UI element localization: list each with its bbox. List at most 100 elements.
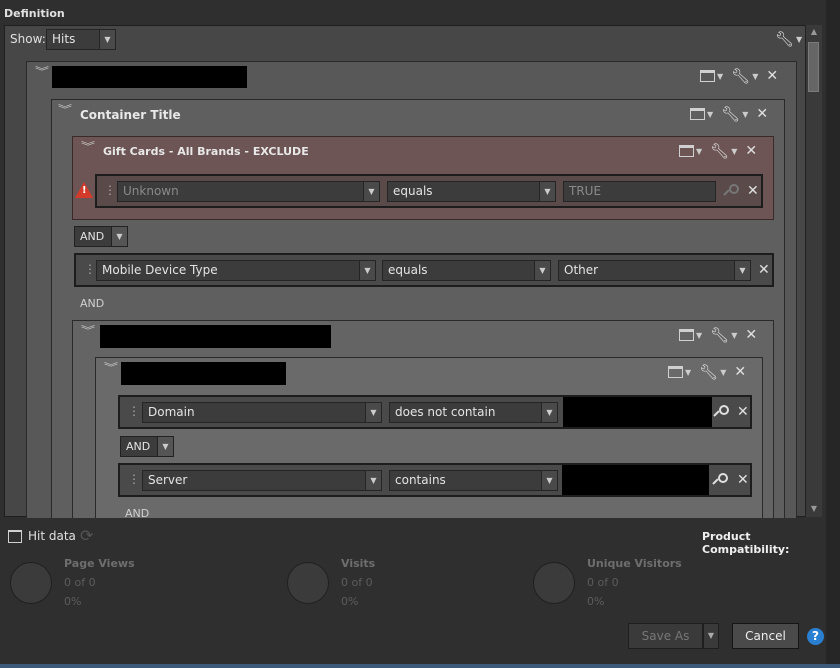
visits-chart [287, 562, 329, 604]
wrench-icon[interactable]: 🔧︎ [721, 107, 740, 122]
double-chevron-icon[interactable]: ︾ [35, 68, 49, 78]
container-level1-tools: ▼ 🔧︎ ▼ ✕ [700, 68, 778, 84]
chevron-down-icon: ▼ [365, 403, 381, 422]
drag-handle-icon[interactable]: ⋮ [128, 404, 140, 418]
container-level3-tools: ▼ 🔧︎ ▼ ✕ [679, 327, 757, 343]
close-icon[interactable]: ✕ [745, 144, 757, 158]
double-chevron-icon[interactable]: ︾ [58, 106, 72, 116]
page-views-chart [10, 562, 52, 604]
dimension-select[interactable]: Unknown ▼ [117, 181, 380, 202]
scroll-down-icon[interactable]: ▼ [809, 504, 819, 514]
cancel-button[interactable]: Cancel [732, 623, 799, 649]
chevron-down-icon: ▼ [111, 227, 127, 246]
window-icon[interactable] [690, 108, 705, 120]
help-icon[interactable]: ? [807, 628, 824, 645]
chevron-down-icon: ▼ [742, 109, 749, 119]
save-as-button[interactable]: Save As [628, 623, 703, 649]
dimension-select[interactable]: Server ▼ [142, 470, 382, 491]
visits-count: 0 of 0 [341, 576, 373, 589]
double-chevron-icon[interactable]: ︾ [104, 364, 118, 374]
drag-handle-icon[interactable]: ⋮ [104, 183, 116, 197]
dimension-select[interactable]: Mobile Device Type ▼ [96, 260, 376, 281]
value-input[interactable]: TRUE [563, 181, 716, 202]
chevron-down-icon: ▼ [752, 71, 759, 81]
show-select[interactable]: Hits ▼ [46, 29, 116, 50]
scrollbar-thumb[interactable] [808, 42, 819, 92]
and-select[interactable]: AND ▼ [74, 226, 128, 247]
drag-handle-icon[interactable]: ⋮ [128, 472, 140, 486]
chevron-down-icon: ▼ [541, 403, 557, 422]
value-select[interactable]: Other ▼ [558, 260, 751, 281]
unique-visitors-chart [533, 562, 575, 604]
wrench-icon[interactable]: 🔧︎ [731, 69, 750, 84]
rule-row-domain: ⋮ Domain ▼ does not contain ▼ ✕ [118, 395, 752, 429]
window-icon[interactable] [668, 366, 683, 378]
value-select-value: Other [564, 263, 599, 277]
operator-value: contains [395, 473, 446, 487]
drag-handle-icon[interactable]: ⋮ [84, 262, 96, 276]
operator-select[interactable]: equals ▼ [382, 260, 551, 281]
close-icon[interactable]: ✕ [758, 263, 770, 277]
chevron-down-icon: ▼ [731, 146, 738, 156]
close-icon[interactable]: ✕ [734, 365, 746, 379]
close-icon[interactable]: ✕ [747, 184, 759, 198]
window-icon[interactable] [679, 145, 694, 157]
visits-pct: 0% [341, 595, 359, 608]
unique-visitors-pct: 0% [587, 595, 605, 608]
operator-select[interactable]: equals ▼ [387, 181, 556, 202]
and-label: AND [80, 297, 105, 310]
chevron-down-icon: ▼ [359, 261, 375, 280]
dimension-select[interactable]: Domain ▼ [142, 402, 382, 423]
search-icon[interactable] [712, 472, 729, 488]
dimension-value: Mobile Device Type [102, 263, 218, 277]
operator-select[interactable]: does not contain ▼ [389, 402, 558, 423]
unique-visitors-title: Unique Visitors [587, 557, 682, 570]
scroll-up-icon[interactable]: ▲ [809, 27, 819, 37]
close-icon[interactable]: ✕ [737, 473, 749, 487]
refresh-icon[interactable]: ⟳ [80, 528, 93, 544]
hit-data-checkbox[interactable] [8, 530, 22, 543]
search-icon[interactable] [723, 183, 740, 199]
window-icon[interactable] [679, 329, 694, 341]
dimension-value: Server [148, 473, 188, 487]
operator-value: equals [388, 263, 428, 277]
and-select-value: AND [126, 440, 151, 453]
chevron-down-icon: ▼ [539, 182, 555, 201]
redacted-value [562, 465, 709, 495]
close-icon[interactable]: ✕ [737, 405, 749, 419]
close-icon[interactable]: ✕ [756, 107, 768, 121]
show-label: Show: [10, 32, 46, 46]
window-icon[interactable] [700, 70, 715, 82]
chevron-down-icon: ▼ [363, 182, 379, 201]
page-title: Definition [4, 7, 65, 20]
wrench-icon[interactable]: 🔧︎ [710, 144, 729, 159]
and-select-value: AND [80, 230, 105, 243]
chevron-down-icon: ▼ [720, 367, 727, 377]
container-title: Container Title [80, 108, 181, 122]
save-as-menu-button[interactable]: ▼ [703, 623, 719, 649]
chevron-down-icon: ▼ [365, 471, 381, 490]
chevron-down-icon: ▼ [696, 330, 703, 340]
page-views-count: 0 of 0 [64, 576, 96, 589]
double-chevron-icon[interactable]: ︾ [81, 327, 95, 337]
redacted-title [52, 66, 247, 88]
and-select[interactable]: AND ▼ [120, 436, 174, 457]
search-icon[interactable] [713, 404, 730, 420]
canvas-tools[interactable]: 🔧︎ ▼ [775, 31, 808, 47]
container-level2-tools: ▼ 🔧︎ ▼ ✕ [690, 106, 768, 122]
exclude-container-title: Gift Cards - All Brands - EXCLUDE [103, 145, 309, 158]
wrench-icon[interactable]: 🔧︎ [710, 328, 729, 343]
double-chevron-icon[interactable]: ︾ [81, 143, 95, 153]
wrench-icon[interactable]: 🔧︎ [699, 365, 718, 380]
operator-select[interactable]: contains ▼ [389, 470, 558, 491]
chevron-down-icon: ▼ [99, 30, 115, 49]
chevron-down-icon: ▼ [796, 34, 803, 44]
vertical-scrollbar[interactable] [805, 25, 822, 517]
redacted-title [100, 325, 331, 348]
close-icon[interactable]: ✕ [745, 328, 757, 342]
close-icon[interactable]: ✕ [766, 69, 778, 83]
visits-title: Visits [341, 557, 376, 570]
exclude-container-tools: ▼ 🔧︎ ▼ ✕ [679, 143, 757, 159]
chevron-down-icon: ▼ [534, 261, 550, 280]
wrench-icon[interactable]: 🔧︎ [775, 32, 794, 47]
